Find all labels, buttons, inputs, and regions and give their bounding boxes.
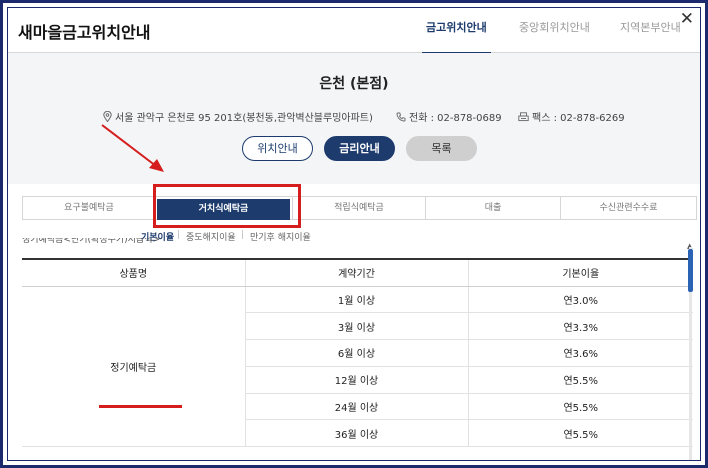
window-frame: 새마을금고위치안내 금고위치안내 중앙회위치안내 지역본부안내 ✕ 은천 (본점… — [0, 0, 708, 468]
annotation-arrow-icon — [101, 124, 164, 172]
popup-window: 새마을금고위치안내 금고위치안내 중앙회위치안내 지역본부안내 ✕ 은천 (본점… — [7, 7, 701, 461]
